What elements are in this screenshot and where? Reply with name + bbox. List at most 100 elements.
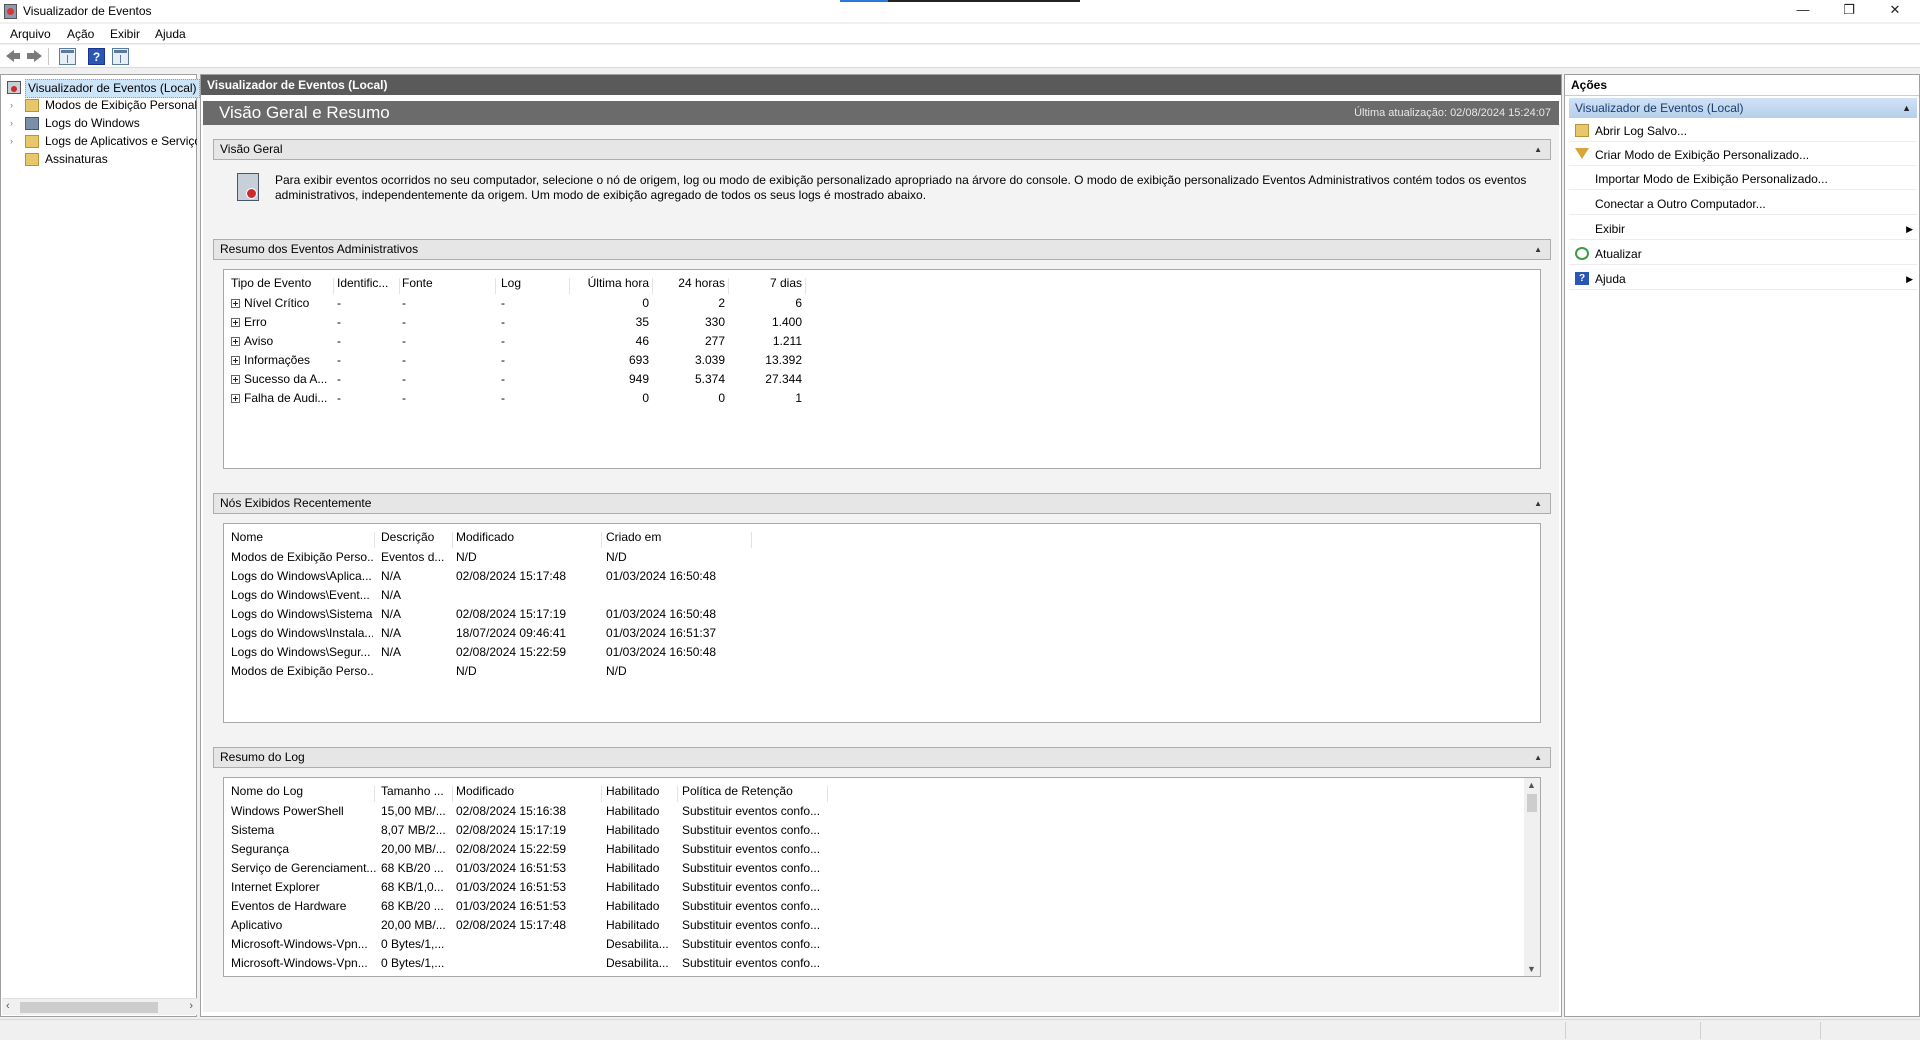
table-row[interactable]: Microsoft-Windows-Vpn... 0 Bytes/1,... D… [224, 937, 1540, 956]
tree-item-event-viewer-local[interactable]: Visualizador de Eventos (Local) [5, 79, 200, 98]
menu-exibir[interactable]: Exibir [110, 27, 140, 41]
table-row[interactable]: Segurança 20,00 MB/... 02/08/2024 15:22:… [224, 842, 1540, 861]
col-header-source[interactable]: Fonte [402, 276, 492, 290]
col-header-id[interactable]: Identific... [337, 276, 397, 290]
actions-section-header[interactable]: Visualizador de Eventos (Local) ▲ [1569, 98, 1917, 118]
table-row[interactable]: Modos de Exibição Perso... N/D N/D [224, 664, 1540, 683]
close-button[interactable]: ✕ [1872, 0, 1918, 22]
vertical-scrollbar[interactable]: ▲ ▼ [1524, 778, 1540, 976]
column-separator [333, 278, 334, 294]
scrollbar-thumb[interactable] [20, 1002, 158, 1013]
status-bar [0, 1019, 1920, 1040]
last-hour-cell: 693 [628, 353, 649, 367]
table-row[interactable]: Informações - - - 693 3.039 13.392 [224, 353, 1540, 372]
table-row[interactable]: Logs do Windows\Instala... N/A 18/07/202… [224, 626, 1540, 645]
minimize-button[interactable]: — [1780, 0, 1826, 22]
col-header-event-type[interactable]: Tipo de Evento [231, 276, 331, 290]
action-help[interactable]: ? Ajuda ▶ [1569, 268, 1917, 290]
scroll-down-icon[interactable]: ▼ [1527, 964, 1536, 974]
table-row[interactable]: Aplicativo 20,00 MB/... 02/08/2024 15:17… [224, 918, 1540, 937]
expand-plus-icon[interactable] [231, 299, 240, 308]
section-recent-nodes-header[interactable]: Nós Exibidos Recentemente ▲ [213, 493, 1551, 514]
collapse-caret-icon[interactable]: ▲ [1534, 494, 1542, 513]
table-row[interactable]: Modos de Exibição Perso... Eventos d... … [224, 550, 1540, 569]
tree-item-label: Logs de Aplicativos e Serviço [45, 134, 197, 148]
expand-plus-icon[interactable] [231, 375, 240, 384]
7d-cell: 1.211 [772, 334, 802, 348]
show-hide-tree-icon[interactable] [59, 48, 76, 65]
col-header-last-hour[interactable]: Última hora [574, 276, 649, 290]
scroll-right-icon[interactable]: › [189, 1000, 193, 1012]
maximize-button[interactable]: ❐ [1826, 0, 1872, 22]
menu-acao[interactable]: Ação [67, 27, 94, 41]
menu-ajuda[interactable]: Ajuda [155, 27, 186, 41]
col-header-created[interactable]: Criado em [606, 530, 746, 544]
action-connect-computer[interactable]: Conectar a Outro Computador... [1569, 193, 1917, 215]
table-row[interactable]: Aviso - - - 46 277 1.211 [224, 334, 1540, 353]
col-header-24h[interactable]: 24 horas [656, 276, 725, 290]
forward-arrow-icon[interactable] [26, 48, 43, 65]
action-open-saved-log[interactable]: Abrir Log Salvo... [1569, 120, 1917, 142]
table-row[interactable]: Eventos de Hardware 68 KB/20 ... 01/03/2… [224, 899, 1540, 918]
col-header-size[interactable]: Tamanho ... [381, 784, 451, 798]
tree-item-custom-views[interactable]: › Modos de Exibição Personali [1, 97, 197, 114]
tree-item-subscriptions[interactable]: Assinaturas [1, 151, 197, 168]
back-arrow-icon[interactable] [4, 48, 21, 65]
expand-plus-icon[interactable] [231, 356, 240, 365]
event-type-label: Informações [244, 353, 311, 367]
help-icon[interactable]: ? [88, 48, 105, 65]
action-refresh[interactable]: Atualizar [1569, 243, 1917, 265]
action-import-custom-view[interactable]: Importar Modo de Exibição Personalizado.… [1569, 168, 1917, 190]
show-hide-action-pane-icon[interactable] [112, 48, 129, 65]
table-row[interactable]: Logs do Windows\Sistema N/A 02/08/2024 1… [224, 607, 1540, 626]
section-overview-header[interactable]: Visão Geral ▲ [213, 139, 1551, 160]
expand-chevron-icon[interactable]: › [10, 119, 18, 128]
modified-cell: 02/08/2024 15:17:19 [456, 607, 567, 621]
horizontal-scrollbar[interactable]: ‹ › [2, 998, 197, 1015]
collapse-caret-icon[interactable]: ▲ [1902, 98, 1911, 118]
expand-plus-icon[interactable] [231, 394, 240, 403]
7d-cell: 27.344 [765, 372, 802, 386]
table-row[interactable]: Serviço de Gerenciament... 68 KB/20 ... … [224, 861, 1540, 880]
section-log-summary-header[interactable]: Resumo do Log ▲ [213, 747, 1551, 768]
collapse-caret-icon[interactable]: ▲ [1534, 240, 1542, 259]
col-header-name[interactable]: Nome [231, 530, 371, 544]
expand-plus-icon[interactable] [231, 318, 240, 327]
column-separator [601, 786, 602, 802]
table-row[interactable]: Nível Crítico - - - 0 2 6 [224, 296, 1540, 315]
col-header-7d[interactable]: 7 dias [732, 276, 802, 290]
scrollbar-thumb[interactable] [1527, 794, 1537, 812]
table-row[interactable]: Sistema 8,07 MB/2... 02/08/2024 15:17:19… [224, 823, 1540, 842]
table-row[interactable]: Microsoft-Windows-Vpn... 0 Bytes/1,... D… [224, 956, 1540, 975]
table-row[interactable]: Windows PowerShell 15,00 MB/... 02/08/20… [224, 804, 1540, 823]
table-row[interactable]: Logs do Windows\Event... N/A [224, 588, 1540, 607]
col-header-modified[interactable]: Modificado [456, 784, 596, 798]
scroll-left-icon[interactable]: ‹ [6, 1000, 10, 1012]
table-row[interactable]: Falha de Audi... - - - 0 0 1 [224, 391, 1540, 410]
expand-chevron-icon[interactable]: › [10, 101, 18, 110]
expand-chevron-icon[interactable]: › [10, 137, 18, 146]
enabled-cell: Habilitado [606, 880, 660, 894]
menu-arquivo[interactable]: Arquivo [10, 27, 51, 41]
table-row[interactable]: Logs do Windows\Segur... N/A 02/08/2024 … [224, 645, 1540, 664]
tree-item-windows-logs[interactable]: › Logs do Windows [1, 115, 197, 132]
collapse-caret-icon[interactable]: ▲ [1534, 748, 1542, 767]
action-view[interactable]: Exibir ▶ [1569, 218, 1917, 240]
tree-item-app-service-logs[interactable]: › Logs de Aplicativos e Serviço [1, 133, 197, 150]
col-header-log-name[interactable]: Nome do Log [231, 784, 371, 798]
col-header-enabled[interactable]: Habilitado [606, 784, 676, 798]
action-create-custom-view[interactable]: Criar Modo de Exibição Personalizado... [1569, 144, 1917, 166]
table-row[interactable]: Erro - - - 35 330 1.400 [224, 315, 1540, 334]
expand-plus-icon[interactable] [231, 337, 240, 346]
section-admin-summary-header[interactable]: Resumo dos Eventos Administrativos ▲ [213, 239, 1551, 260]
table-row[interactable]: Internet Explorer 68 KB/1,0... 01/03/202… [224, 880, 1540, 899]
col-header-description[interactable]: Descrição [381, 530, 451, 544]
table-row[interactable]: Logs do Windows\Aplica... N/A 02/08/2024… [224, 569, 1540, 588]
scroll-up-icon[interactable]: ▲ [1527, 780, 1536, 790]
col-header-log[interactable]: Log [501, 276, 561, 290]
col-header-modified[interactable]: Modificado [456, 530, 596, 544]
title-bar: Visualizador de Eventos — ❐ ✕ [0, 0, 1920, 22]
table-row[interactable]: Sucesso da A... - - - 949 5.374 27.344 [224, 372, 1540, 391]
col-header-retention[interactable]: Política de Retenção [682, 784, 822, 798]
collapse-caret-icon[interactable]: ▲ [1534, 140, 1542, 159]
